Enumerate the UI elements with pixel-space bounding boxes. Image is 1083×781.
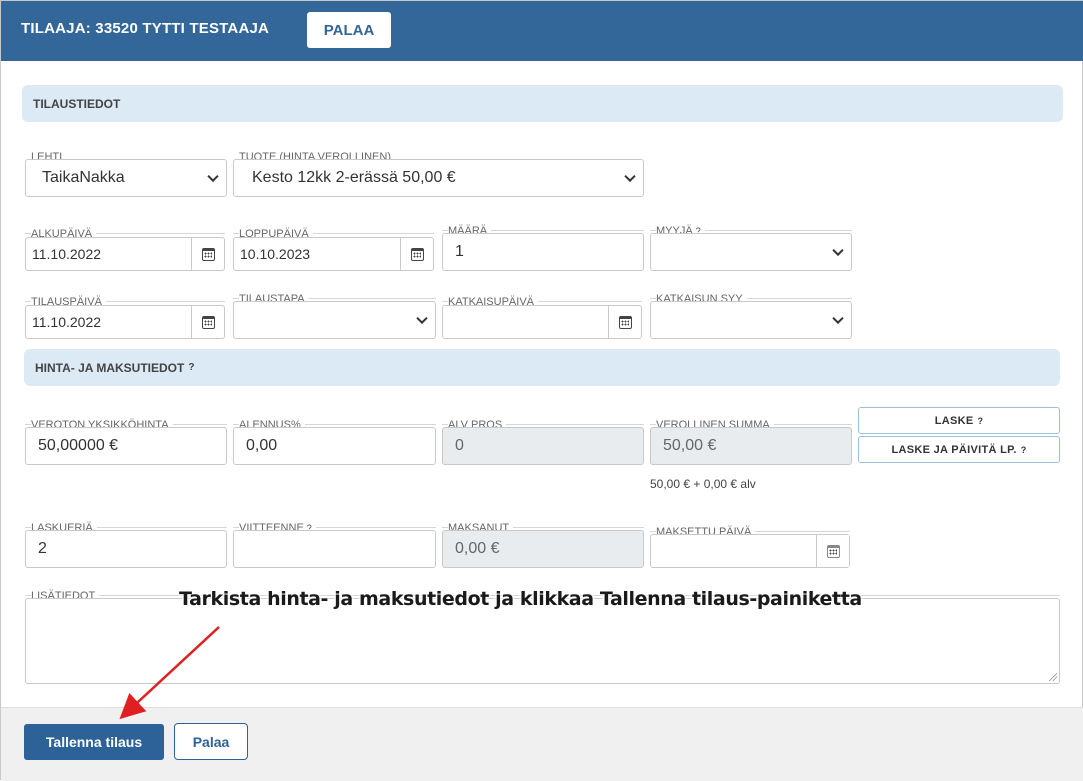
sum-note: 50,00 € + 0,00 € alv <box>650 477 756 491</box>
help-icon[interactable]: ? <box>188 362 194 373</box>
maara-value: 1 <box>455 243 464 260</box>
alkupaiva-value: 11.10.2022 <box>32 246 102 262</box>
verollinen-input: 50,00 € <box>650 427 852 465</box>
laskueria-value: 2 <box>38 540 47 557</box>
customer-title: TILAAJA: 33520 TYTTI TESTAAJA <box>21 20 270 37</box>
viitteenne-input[interactable] <box>233 530 436 568</box>
katkaisupaiva-input[interactable] <box>442 305 642 339</box>
calendar-icon[interactable] <box>608 306 641 338</box>
header-back-button[interactable]: PALAA <box>307 12 391 48</box>
tilaustapa-select[interactable] <box>233 301 436 339</box>
header-bar: TILAAJA: 33520 TYTTI TESTAAJA PALAA <box>1 1 1083 61</box>
maksettu-paiva-input[interactable] <box>650 534 850 568</box>
tilauspaiva-input[interactable]: 11.10.2022 <box>25 305 225 339</box>
laske-paivita-button[interactable]: LASKE JA PÄIVITÄ LP.? <box>858 436 1060 463</box>
veroton-input[interactable]: 50,00000 € <box>25 427 227 465</box>
alennus-input[interactable]: 0,00 <box>233 427 436 465</box>
calendar-icon[interactable] <box>816 535 849 567</box>
katkaisun-syy-select[interactable] <box>650 301 852 339</box>
tuote-select[interactable]: Kesto 12kk 2-erässä 50,00 € <box>233 159 644 197</box>
chevron-down-icon <box>207 170 219 183</box>
calendar-icon[interactable] <box>400 238 433 270</box>
chevron-down-icon <box>624 170 636 183</box>
tutorial-annotation: Tarkista hinta- ja maksutiedot ja klikka… <box>179 588 862 610</box>
maksanut-value: 0,00 € <box>455 540 500 557</box>
loppupaiva-value: 10.10.2023 <box>240 246 311 262</box>
resize-handle-icon[interactable] <box>1049 673 1057 681</box>
back-button[interactable]: Palaa <box>174 723 248 760</box>
section-price-info: HINTA- JA MAKSUTIEDOT? <box>24 349 1060 386</box>
laskueria-input[interactable]: 2 <box>25 530 227 568</box>
chevron-down-icon <box>832 244 844 257</box>
alv-value: 0 <box>455 437 464 454</box>
lisatiedot-textarea[interactable] <box>25 598 1060 684</box>
lehti-value: TaikaNakka <box>42 169 125 186</box>
lehti-select[interactable]: TaikaNakka <box>25 159 227 197</box>
maara-input[interactable]: 1 <box>442 233 644 271</box>
order-form-window: TILAAJA: 33520 TYTTI TESTAAJA PALAA TILA… <box>0 0 1083 781</box>
myyja-select[interactable] <box>650 233 852 271</box>
calendar-icon[interactable] <box>191 306 224 338</box>
alennus-value: 0,00 <box>246 437 278 454</box>
chevron-down-icon <box>832 312 844 325</box>
save-order-button[interactable]: Tallenna tilaus <box>24 724 164 760</box>
help-icon: ? <box>977 415 984 426</box>
alkupaiva-input[interactable]: 11.10.2022 <box>25 237 225 271</box>
verollinen-value: 50,00 € <box>663 437 717 454</box>
loppupaiva-input[interactable]: 10.10.2023 <box>233 237 434 271</box>
section-title: HINTA- JA MAKSUTIEDOT <box>35 360 185 375</box>
tuote-value: Kesto 12kk 2-erässä 50,00 € <box>252 169 456 186</box>
section-title: TILAUSTIEDOT <box>33 96 121 111</box>
section-order-info: TILAUSTIEDOT <box>22 85 1063 122</box>
veroton-value: 50,00000 € <box>38 437 119 454</box>
calendar-icon[interactable] <box>191 238 224 270</box>
alv-input: 0 <box>442 427 644 465</box>
maksanut-input: 0,00 € <box>442 530 644 568</box>
chevron-down-icon <box>416 312 428 325</box>
help-icon: ? <box>1020 444 1027 455</box>
laske-button[interactable]: LASKE? <box>858 407 1060 434</box>
tilauspaiva-value: 11.10.2022 <box>32 314 102 330</box>
